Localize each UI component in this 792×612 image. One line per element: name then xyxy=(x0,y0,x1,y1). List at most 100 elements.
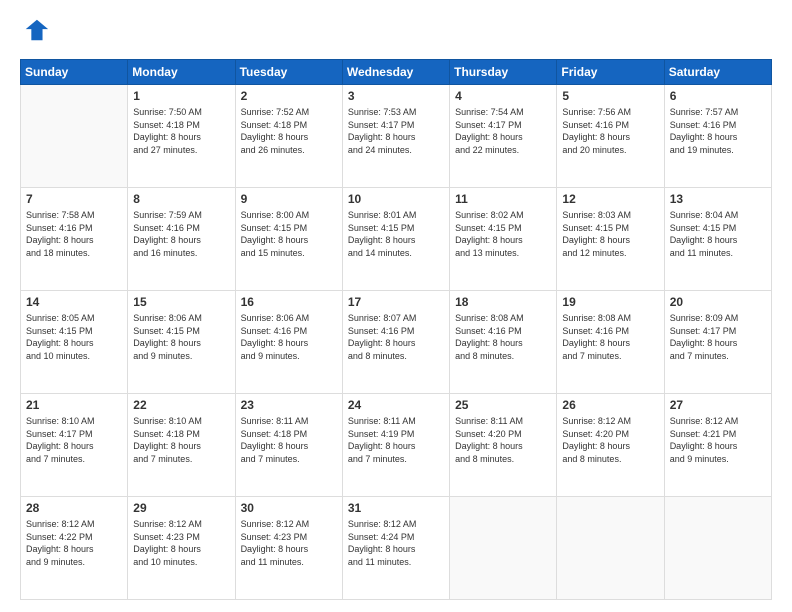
day-cell: 31 Sunrise: 8:12 AM Sunset: 4:24 PM Dayli… xyxy=(342,497,449,600)
day-number: 14 xyxy=(26,295,122,309)
day-info: Sunrise: 8:04 AM Sunset: 4:15 PM Dayligh… xyxy=(670,209,766,259)
week-row-3: 21 Sunrise: 8:10 AM Sunset: 4:17 PM Dayli… xyxy=(21,394,772,497)
day-cell: 1 Sunrise: 7:50 AM Sunset: 4:18 PM Daylig… xyxy=(128,85,235,188)
day-cell: 29 Sunrise: 8:12 AM Sunset: 4:23 PM Dayli… xyxy=(128,497,235,600)
day-cell: 19 Sunrise: 8:08 AM Sunset: 4:16 PM Dayli… xyxy=(557,291,664,394)
day-cell: 4 Sunrise: 7:54 AM Sunset: 4:17 PM Daylig… xyxy=(450,85,557,188)
day-info: Sunrise: 8:08 AM Sunset: 4:16 PM Dayligh… xyxy=(562,312,658,362)
day-cell xyxy=(21,85,128,188)
day-info: Sunrise: 8:12 AM Sunset: 4:22 PM Dayligh… xyxy=(26,518,122,568)
header xyxy=(20,16,772,49)
day-cell: 12 Sunrise: 8:03 AM Sunset: 4:15 PM Dayli… xyxy=(557,188,664,291)
day-info: Sunrise: 7:56 AM Sunset: 4:16 PM Dayligh… xyxy=(562,106,658,156)
day-number: 23 xyxy=(241,398,337,412)
day-info: Sunrise: 8:06 AM Sunset: 4:15 PM Dayligh… xyxy=(133,312,229,362)
day-number: 20 xyxy=(670,295,766,309)
day-info: Sunrise: 8:12 AM Sunset: 4:23 PM Dayligh… xyxy=(133,518,229,568)
day-cell: 9 Sunrise: 8:00 AM Sunset: 4:15 PM Daylig… xyxy=(235,188,342,291)
calendar-table: SundayMondayTuesdayWednesdayThursdayFrid… xyxy=(20,59,772,600)
day-number: 18 xyxy=(455,295,551,309)
day-info: Sunrise: 8:11 AM Sunset: 4:19 PM Dayligh… xyxy=(348,415,444,465)
day-info: Sunrise: 8:11 AM Sunset: 4:18 PM Dayligh… xyxy=(241,415,337,465)
day-info: Sunrise: 7:58 AM Sunset: 4:16 PM Dayligh… xyxy=(26,209,122,259)
day-number: 13 xyxy=(670,192,766,206)
day-number: 22 xyxy=(133,398,229,412)
day-cell: 2 Sunrise: 7:52 AM Sunset: 4:18 PM Daylig… xyxy=(235,85,342,188)
day-number: 3 xyxy=(348,89,444,103)
day-info: Sunrise: 8:12 AM Sunset: 4:23 PM Dayligh… xyxy=(241,518,337,568)
day-number: 1 xyxy=(133,89,229,103)
day-number: 4 xyxy=(455,89,551,103)
day-cell: 5 Sunrise: 7:56 AM Sunset: 4:16 PM Daylig… xyxy=(557,85,664,188)
col-header-saturday: Saturday xyxy=(664,60,771,85)
day-info: Sunrise: 8:00 AM Sunset: 4:15 PM Dayligh… xyxy=(241,209,337,259)
col-header-sunday: Sunday xyxy=(21,60,128,85)
day-cell: 18 Sunrise: 8:08 AM Sunset: 4:16 PM Dayli… xyxy=(450,291,557,394)
day-number: 8 xyxy=(133,192,229,206)
week-row-0: 1 Sunrise: 7:50 AM Sunset: 4:18 PM Daylig… xyxy=(21,85,772,188)
week-row-1: 7 Sunrise: 7:58 AM Sunset: 4:16 PM Daylig… xyxy=(21,188,772,291)
day-cell: 7 Sunrise: 7:58 AM Sunset: 4:16 PM Daylig… xyxy=(21,188,128,291)
day-number: 2 xyxy=(241,89,337,103)
day-number: 9 xyxy=(241,192,337,206)
day-info: Sunrise: 8:11 AM Sunset: 4:20 PM Dayligh… xyxy=(455,415,551,465)
day-number: 6 xyxy=(670,89,766,103)
day-info: Sunrise: 7:50 AM Sunset: 4:18 PM Dayligh… xyxy=(133,106,229,156)
day-number: 31 xyxy=(348,501,444,515)
week-row-4: 28Sunrise: 8:12 AM Sunset: 4:22 PM Dayli… xyxy=(21,497,772,600)
day-cell: 13 Sunrise: 8:04 AM Sunset: 4:15 PM Dayli… xyxy=(664,188,771,291)
page: SundayMondayTuesdayWednesdayThursdayFrid… xyxy=(0,0,792,612)
day-cell: 25 Sunrise: 8:11 AM Sunset: 4:20 PM Dayli… xyxy=(450,394,557,497)
calendar-header-row: SundayMondayTuesdayWednesdayThursdayFrid… xyxy=(21,60,772,85)
col-header-tuesday: Tuesday xyxy=(235,60,342,85)
day-number: 5 xyxy=(562,89,658,103)
day-cell: 21 Sunrise: 8:10 AM Sunset: 4:17 PM Dayli… xyxy=(21,394,128,497)
day-number: 12 xyxy=(562,192,658,206)
day-cell: 15 Sunrise: 8:06 AM Sunset: 4:15 PM Dayli… xyxy=(128,291,235,394)
day-info: Sunrise: 8:12 AM Sunset: 4:20 PM Dayligh… xyxy=(562,415,658,465)
day-info: Sunrise: 7:54 AM Sunset: 4:17 PM Dayligh… xyxy=(455,106,551,156)
day-number: 25 xyxy=(455,398,551,412)
day-cell: 17 Sunrise: 8:07 AM Sunset: 4:16 PM Dayli… xyxy=(342,291,449,394)
day-info: Sunrise: 7:52 AM Sunset: 4:18 PM Dayligh… xyxy=(241,106,337,156)
day-number: 27 xyxy=(670,398,766,412)
col-header-friday: Friday xyxy=(557,60,664,85)
day-info: Sunrise: 8:03 AM Sunset: 4:15 PM Dayligh… xyxy=(562,209,658,259)
day-number: 7 xyxy=(26,192,122,206)
day-cell xyxy=(557,497,664,600)
day-info: Sunrise: 8:09 AM Sunset: 4:17 PM Dayligh… xyxy=(670,312,766,362)
day-number: 11 xyxy=(455,192,551,206)
day-info: Sunrise: 8:08 AM Sunset: 4:16 PM Dayligh… xyxy=(455,312,551,362)
day-info: Sunrise: 8:06 AM Sunset: 4:16 PM Dayligh… xyxy=(241,312,337,362)
day-info: Sunrise: 8:10 AM Sunset: 4:18 PM Dayligh… xyxy=(133,415,229,465)
day-number: 16 xyxy=(241,295,337,309)
col-header-wednesday: Wednesday xyxy=(342,60,449,85)
day-info: Sunrise: 7:59 AM Sunset: 4:16 PM Dayligh… xyxy=(133,209,229,259)
day-number: 29 xyxy=(133,501,229,515)
day-number: 10 xyxy=(348,192,444,206)
day-number: 15 xyxy=(133,295,229,309)
day-number: 19 xyxy=(562,295,658,309)
day-cell: 26 Sunrise: 8:12 AM Sunset: 4:20 PM Dayli… xyxy=(557,394,664,497)
day-cell: 28Sunrise: 8:12 AM Sunset: 4:22 PM Dayli… xyxy=(21,497,128,600)
day-number: 17 xyxy=(348,295,444,309)
col-header-thursday: Thursday xyxy=(450,60,557,85)
day-cell: 8 Sunrise: 7:59 AM Sunset: 4:16 PM Daylig… xyxy=(128,188,235,291)
day-info: Sunrise: 8:12 AM Sunset: 4:24 PM Dayligh… xyxy=(348,518,444,568)
day-info: Sunrise: 8:12 AM Sunset: 4:21 PM Dayligh… xyxy=(670,415,766,465)
day-number: 26 xyxy=(562,398,658,412)
day-cell: 30Sunrise: 8:12 AM Sunset: 4:23 PM Dayli… xyxy=(235,497,342,600)
day-cell: 6 Sunrise: 7:57 AM Sunset: 4:16 PM Daylig… xyxy=(664,85,771,188)
day-cell: 23 Sunrise: 8:11 AM Sunset: 4:18 PM Dayli… xyxy=(235,394,342,497)
day-cell: 22 Sunrise: 8:10 AM Sunset: 4:18 PM Dayli… xyxy=(128,394,235,497)
day-cell: 14Sunrise: 8:05 AM Sunset: 4:15 PM Dayli… xyxy=(21,291,128,394)
logo-icon xyxy=(22,16,50,44)
day-cell: 24Sunrise: 8:11 AM Sunset: 4:19 PM Dayli… xyxy=(342,394,449,497)
day-info: Sunrise: 8:02 AM Sunset: 4:15 PM Dayligh… xyxy=(455,209,551,259)
day-number: 21 xyxy=(26,398,122,412)
day-info: Sunrise: 8:07 AM Sunset: 4:16 PM Dayligh… xyxy=(348,312,444,362)
logo xyxy=(20,16,50,49)
day-info: Sunrise: 8:10 AM Sunset: 4:17 PM Dayligh… xyxy=(26,415,122,465)
day-cell xyxy=(664,497,771,600)
day-info: Sunrise: 7:57 AM Sunset: 4:16 PM Dayligh… xyxy=(670,106,766,156)
